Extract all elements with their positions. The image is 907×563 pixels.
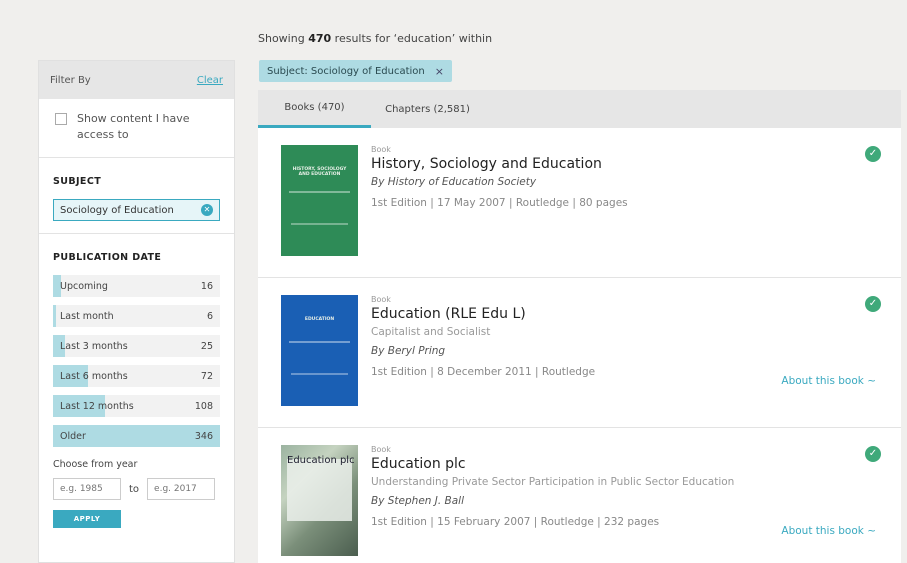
chip-label: Subject: Sociology of Education <box>267 65 425 77</box>
year-range: to <box>53 478 220 500</box>
clear-subject-icon[interactable]: ✕ <box>201 204 213 216</box>
summary-suffix: results for ‘education’ within <box>334 32 493 45</box>
results-summary: Showing 470 results for ‘education’ with… <box>258 32 492 45</box>
filter-title: Filter By <box>50 74 91 86</box>
publication-date-section: PUBLICATION DATE Upcoming 16 Last month 6 La… <box>39 234 234 540</box>
result-details: 1st Edition | 15 February 2007 | Routled… <box>371 516 660 528</box>
access-check-icon: ✓ <box>865 296 881 312</box>
results-list: HISTORY, SOCIOLOGY AND EDUCATION Book Hi… <box>258 128 901 563</box>
filter-sidebar: Filter By Clear Show content I have acce… <box>38 60 235 563</box>
subject-section: SUBJECT Sociology of Education ✕ <box>39 158 234 234</box>
date-filter-label: Last 3 months <box>60 340 128 352</box>
result-title[interactable]: Education plc <box>371 456 734 472</box>
chip-close-icon[interactable]: × <box>435 65 444 78</box>
result-type: Book <box>371 145 391 154</box>
result-author: By Stephen J. Ball <box>371 495 465 507</box>
tab-books[interactable]: Books (470) <box>258 90 371 128</box>
date-filter-label: Last 12 months <box>60 400 134 412</box>
access-check-icon: ✓ <box>865 146 881 162</box>
result-subtitle: Understanding Private Sector Participati… <box>371 476 735 488</box>
date-filter-last-month[interactable]: Last month 6 <box>53 305 220 327</box>
date-filter-older[interactable]: Older 346 <box>53 425 220 447</box>
access-check-icon: ✓ <box>865 446 881 462</box>
date-filter-count: 346 <box>194 430 213 442</box>
date-filter-count: 108 <box>194 400 213 412</box>
result-details: 1st Edition | 17 May 2007 | Routledge | … <box>371 197 628 209</box>
subject-value: Sociology of Education <box>60 204 174 216</box>
date-filter-last-3-months[interactable]: Last 3 months 25 <box>53 335 220 357</box>
filter-header: Filter By Clear <box>39 61 234 99</box>
result-title[interactable]: History, Sociology and Education <box>371 156 628 172</box>
date-filter-count: 72 <box>200 370 213 382</box>
result-tabs: Books (470) Chapters (2,581) <box>258 90 901 128</box>
from-year-input[interactable] <box>53 478 121 500</box>
date-filter-bar <box>53 305 57 327</box>
result-count: 470 <box>308 32 332 45</box>
active-filter-chip[interactable]: Subject: Sociology of Education × <box>259 60 452 82</box>
date-filter-label: Last 6 months <box>60 370 128 382</box>
tab-chapters[interactable]: Chapters (2,581) <box>371 90 484 128</box>
cover-title: Education plc <box>287 455 355 466</box>
result-details: 1st Edition | 8 December 2011 | Routledg… <box>371 366 596 378</box>
to-year-input[interactable] <box>147 478 216 500</box>
about-this-book-link[interactable]: About this book ~ <box>781 525 876 537</box>
book-cover[interactable]: HISTORY, SOCIOLOGY AND EDUCATION <box>281 145 358 256</box>
date-filter-label: Older <box>60 430 86 442</box>
summary-prefix: Showing <box>258 32 305 45</box>
result-card: EDUCATION Book Education (RLE Edu L) Cap… <box>258 278 901 428</box>
apply-button[interactable]: APPLY <box>53 510 121 528</box>
result-type: Book <box>371 295 391 304</box>
to-label: to <box>129 483 140 495</box>
access-label: Show content I have access to <box>77 112 190 141</box>
clear-filters-link[interactable]: Clear <box>197 75 223 86</box>
subject-field[interactable]: Sociology of Education ✕ <box>53 199 220 221</box>
cover-title: EDUCATION <box>304 317 335 322</box>
result-title[interactable]: Education (RLE Edu L) <box>371 306 595 322</box>
date-filter-label: Upcoming <box>60 280 108 292</box>
result-subtitle: Capitalist and Socialist <box>371 326 491 338</box>
about-this-book-link[interactable]: About this book ~ <box>781 375 876 387</box>
result-type: Book <box>371 445 391 454</box>
year-label: Choose from year <box>53 459 138 470</box>
date-filter-count: 25 <box>200 340 213 352</box>
date-filter-last-12-months[interactable]: Last 12 months 108 <box>53 395 220 417</box>
result-card: HISTORY, SOCIOLOGY AND EDUCATION Book Hi… <box>258 128 901 278</box>
result-card: Education plc Book Education plc Underst… <box>258 428 901 563</box>
result-author: By Beryl Pring <box>371 345 446 357</box>
date-filter-count: 16 <box>200 280 213 292</box>
access-checkbox[interactable] <box>55 113 67 125</box>
date-filter-last-6-months[interactable]: Last 6 months 72 <box>53 365 220 387</box>
date-filter-label: Last month <box>60 310 114 322</box>
cover-title: HISTORY, SOCIOLOGY AND EDUCATION <box>292 167 347 177</box>
date-filter-upcoming[interactable]: Upcoming 16 <box>53 275 220 297</box>
book-cover[interactable]: EDUCATION <box>281 295 358 406</box>
publication-date-title: PUBLICATION DATE <box>53 252 162 263</box>
result-author: By History of Education Society <box>371 176 537 188</box>
access-filter[interactable]: Show content I have access to <box>39 99 234 158</box>
date-filter-count: 6 <box>206 310 213 322</box>
book-cover[interactable]: Education plc <box>281 445 358 556</box>
subject-title: SUBJECT <box>53 176 102 187</box>
